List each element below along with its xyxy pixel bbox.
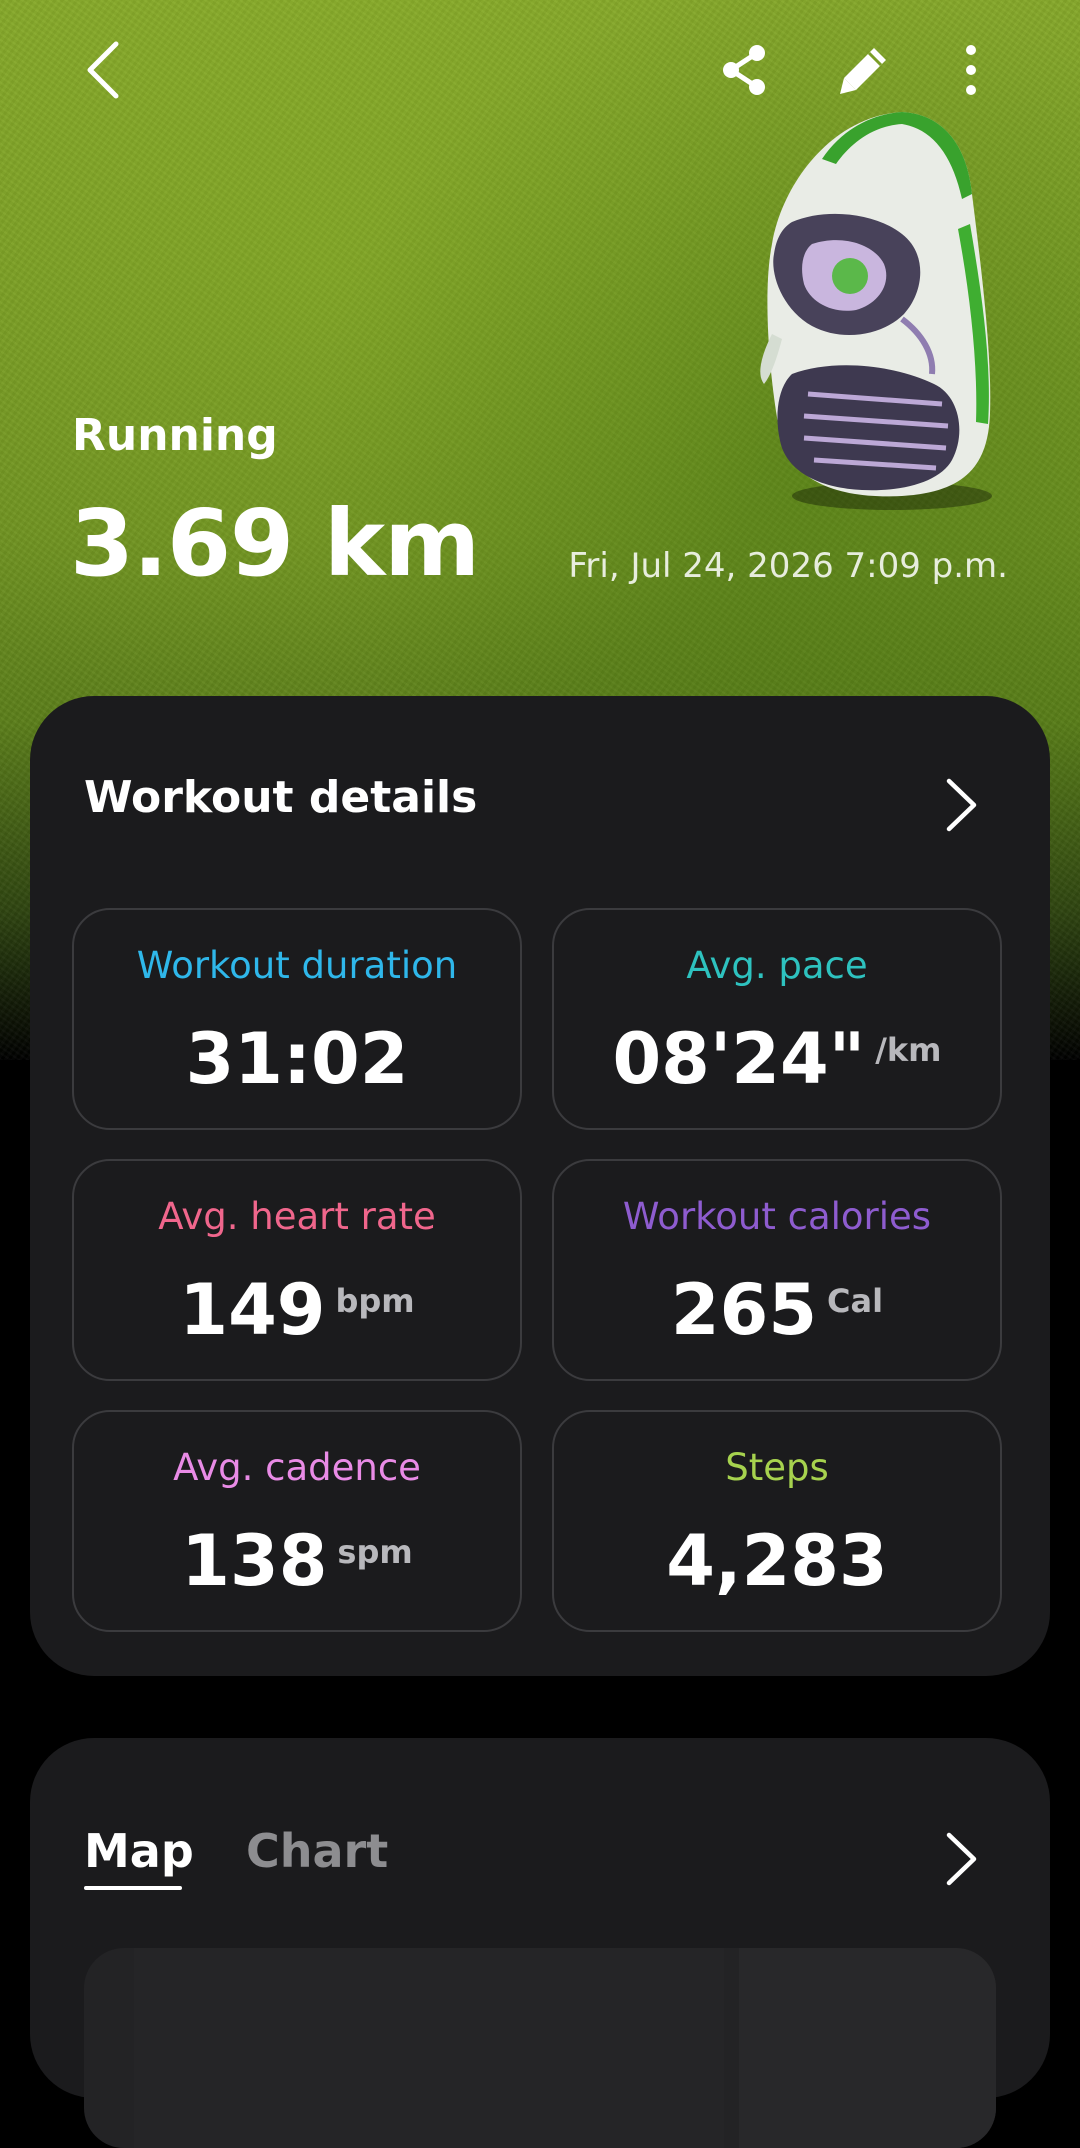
metric-unit: bpm: [335, 1282, 415, 1320]
metric-tile-workout-calories: Workout calories 265 Cal: [552, 1159, 1002, 1381]
chevron-right-icon: [946, 1832, 977, 1886]
metric-value: 4,283: [666, 1520, 888, 1602]
map-preview[interactable]: [84, 1948, 996, 2148]
pencil-icon: [840, 48, 886, 94]
back-button[interactable]: [72, 30, 136, 110]
metric-value-row: 31:02: [74, 1018, 520, 1100]
workout-details-open-button[interactable]: [934, 770, 990, 840]
metric-label: Avg. pace: [686, 944, 868, 987]
metric-unit: spm: [337, 1533, 413, 1571]
metric-value: 149: [179, 1269, 326, 1351]
map-tile: [739, 1948, 996, 2148]
metric-value-row: 08'24"/km: [554, 1018, 1000, 1100]
share-button[interactable]: [712, 36, 776, 104]
metric-value: 138: [181, 1520, 328, 1602]
tab-map[interactable]: Map: [84, 1824, 194, 1878]
metric-tile-avg-heart-rate: Avg. heart rate 149 bpm: [72, 1159, 522, 1381]
metric-value-row: 138 spm: [74, 1520, 520, 1602]
metric-value: 31:02: [185, 1018, 409, 1100]
metric-value-row: 149 bpm: [74, 1269, 520, 1351]
metric-label: Workout calories: [622, 1195, 932, 1238]
tab-selected-indicator: [84, 1886, 182, 1890]
metric-label: Avg. cadence: [173, 1446, 421, 1489]
metric-value-row: 4,283: [554, 1520, 1000, 1602]
metric-value: 08'24": [612, 1018, 866, 1100]
chevron-left-icon: [87, 41, 119, 99]
metric-label: Steps: [725, 1446, 829, 1489]
metric-value-row: 265 Cal: [554, 1269, 1000, 1351]
sticker-shoe-image: [752, 104, 1012, 514]
map-chart-card: Map Chart: [30, 1738, 1050, 2148]
metric-tile-avg-pace: Avg. pace 08'24"/km: [552, 908, 1002, 1130]
workout-details-card[interactable]: Workout details Workout duration 31:02 A…: [30, 696, 1050, 1676]
metric-value: 265: [670, 1269, 818, 1351]
metric-tile-workout-duration: Workout duration 31:02: [72, 908, 522, 1130]
metric-unit: Cal: [827, 1282, 884, 1320]
tab-chart[interactable]: Chart: [246, 1824, 388, 1878]
metric-label: Avg. heart rate: [158, 1195, 436, 1238]
distance-value: 3.69 km: [70, 490, 480, 597]
more-options-button[interactable]: [942, 36, 1000, 104]
metric-tile-avg-cadence: Avg. cadence 138 spm: [72, 1410, 522, 1632]
edit-button[interactable]: [830, 36, 898, 104]
metric-tile-steps: Steps 4,283: [552, 1410, 1002, 1632]
metric-label: Workout duration: [136, 944, 458, 987]
map-tile: [134, 1948, 724, 2148]
workout-datetime: Fri, Jul 24, 2026 7:09 p.m.: [568, 546, 1008, 586]
chevron-right-icon: [946, 778, 977, 832]
map-open-button[interactable]: [934, 1824, 990, 1894]
more-vertical-icon: [966, 45, 976, 95]
metric-unit: /km: [875, 1031, 942, 1069]
workout-details-title: Workout details: [84, 772, 478, 823]
sport-type-label: Running: [72, 410, 278, 461]
share-icon: [723, 45, 765, 95]
